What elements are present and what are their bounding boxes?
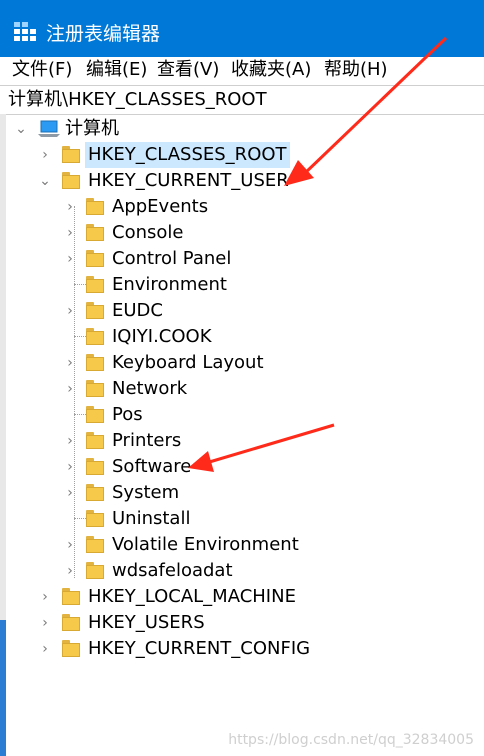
tree-node-computer[interactable]: ⌄ 计算机 (0, 116, 484, 142)
watermark: https://blog.csdn.net/qq_32834005 (228, 732, 474, 748)
menu-view[interactable]: 查看(V) (157, 57, 219, 83)
tree-node-environment[interactable]: Environment (0, 272, 484, 298)
tree-node-wdsafeloadat[interactable]: › wdsafeloadat (0, 558, 484, 584)
folder-icon (86, 458, 104, 475)
tree-node-control-panel[interactable]: › Control Panel (0, 246, 484, 272)
tree-node-label: Volatile Environment (112, 534, 299, 555)
folder-icon (86, 198, 104, 215)
registry-tree: ⌄ 计算机 › HKEY_CLASSES_ROOT ⌄ HKEY_CURRENT… (0, 114, 484, 756)
menu-bar: 文件(F) 编辑(E) 查看(V) 收藏夹(A) 帮助(H) (0, 57, 484, 83)
tree-node-label: IQIYI.COOK (112, 326, 212, 347)
address-bar[interactable]: 计算机\HKEY_CLASSES_ROOT (0, 85, 484, 115)
tree-node-label: HKEY_CURRENT_CONFIG (88, 638, 311, 659)
tree-node-label: Uninstall (112, 508, 191, 529)
tree-node-network[interactable]: › Network (0, 376, 484, 402)
tree-node-hkey-current-user[interactable]: ⌄ HKEY_CURRENT_USER (0, 168, 484, 194)
tree-node-system[interactable]: › System (0, 480, 484, 506)
tree-node-pos[interactable]: Pos (0, 402, 484, 428)
folder-icon (86, 562, 104, 579)
chevron-down-icon[interactable]: ⌄ (38, 168, 52, 194)
menu-file[interactable]: 文件(F) (12, 57, 72, 83)
folder-icon (86, 380, 104, 397)
menu-edit[interactable]: 编辑(E) (86, 57, 147, 83)
tree-node-iqiyi-cook[interactable]: IQIYI.COOK (0, 324, 484, 350)
chevron-right-icon[interactable]: › (63, 532, 77, 558)
tree-node-label: HKEY_LOCAL_MACHINE (88, 586, 296, 607)
title-bar: 注册表编辑器 (0, 0, 484, 57)
address-path[interactable]: 计算机\HKEY_CLASSES_ROOT (8, 86, 267, 114)
tree-node-hkey-current-config[interactable]: › HKEY_CURRENT_CONFIG (0, 636, 484, 662)
registry-editor-icon (14, 22, 36, 41)
tree-node-uninstall[interactable]: Uninstall (0, 506, 484, 532)
tree-node-hkey-local-machine[interactable]: › HKEY_LOCAL_MACHINE (0, 584, 484, 610)
chevron-right-icon[interactable]: › (38, 636, 52, 662)
folder-icon (62, 614, 80, 631)
tree-node-label: EUDC (112, 300, 163, 321)
folder-icon (62, 146, 80, 163)
folder-icon (86, 536, 104, 553)
folder-icon (86, 406, 104, 423)
tree-node-printers[interactable]: › Printers (0, 428, 484, 454)
tree-node-eudc[interactable]: › EUDC (0, 298, 484, 324)
tree-node-hkey-classes-root[interactable]: › HKEY_CLASSES_ROOT (0, 142, 484, 168)
tree-node-label: wdsafeloadat (112, 560, 233, 581)
chevron-right-icon[interactable]: › (63, 220, 77, 246)
tree-node-software[interactable]: › Software (0, 454, 484, 480)
tree-node-label: HKEY_CLASSES_ROOT (85, 142, 290, 168)
tree-node-label: HKEY_CURRENT_USER (88, 170, 289, 191)
tree-node-label: 计算机 (65, 118, 119, 139)
folder-icon (86, 354, 104, 371)
tree-node-label: AppEvents (112, 196, 209, 217)
folder-icon (86, 510, 104, 527)
tree-node-label: Network (112, 378, 188, 399)
tree-node-label: Keyboard Layout (112, 352, 264, 373)
tree-node-appevents[interactable]: › AppEvents (0, 194, 484, 220)
folder-icon (86, 328, 104, 345)
tree-node-console[interactable]: › Console (0, 220, 484, 246)
chevron-right-icon[interactable]: › (63, 246, 77, 272)
chevron-right-icon[interactable]: › (63, 454, 77, 480)
folder-icon (62, 172, 80, 189)
folder-icon (62, 588, 80, 605)
folder-icon (62, 640, 80, 657)
menu-help[interactable]: 帮助(H) (324, 57, 388, 83)
folder-icon (86, 432, 104, 449)
folder-icon (86, 302, 104, 319)
folder-icon (86, 250, 104, 267)
tree-node-label: Software (112, 456, 192, 477)
menu-favorites[interactable]: 收藏夹(A) (231, 57, 311, 83)
chevron-right-icon[interactable]: › (63, 558, 77, 584)
chevron-right-icon[interactable]: › (63, 376, 77, 402)
tree-node-label: Control Panel (112, 248, 232, 269)
chevron-right-icon[interactable]: › (38, 610, 52, 636)
tree-node-keyboard-layout[interactable]: › Keyboard Layout (0, 350, 484, 376)
chevron-right-icon[interactable]: › (38, 142, 52, 168)
tree-node-label: Environment (112, 274, 227, 295)
chevron-right-icon[interactable]: › (63, 480, 77, 506)
chevron-right-icon[interactable]: › (63, 194, 77, 220)
chevron-right-icon[interactable]: › (63, 350, 77, 376)
computer-icon (38, 120, 60, 137)
tree-node-volatile-environment[interactable]: › Volatile Environment (0, 532, 484, 558)
chevron-right-icon[interactable]: › (63, 298, 77, 324)
folder-icon (86, 276, 104, 293)
folder-icon (86, 484, 104, 501)
tree-node-hkey-users[interactable]: › HKEY_USERS (0, 610, 484, 636)
chevron-right-icon[interactable]: › (38, 584, 52, 610)
folder-icon (86, 224, 104, 241)
chevron-down-icon[interactable]: ⌄ (14, 116, 28, 142)
tree-node-label: Console (112, 222, 184, 243)
tree-node-label: System (112, 482, 180, 503)
window-title: 注册表编辑器 (46, 23, 161, 45)
tree-node-label: Pos (112, 404, 143, 425)
tree-node-label: Printers (112, 430, 182, 451)
tree-node-label: HKEY_USERS (88, 612, 205, 633)
chevron-right-icon[interactable]: › (63, 428, 77, 454)
